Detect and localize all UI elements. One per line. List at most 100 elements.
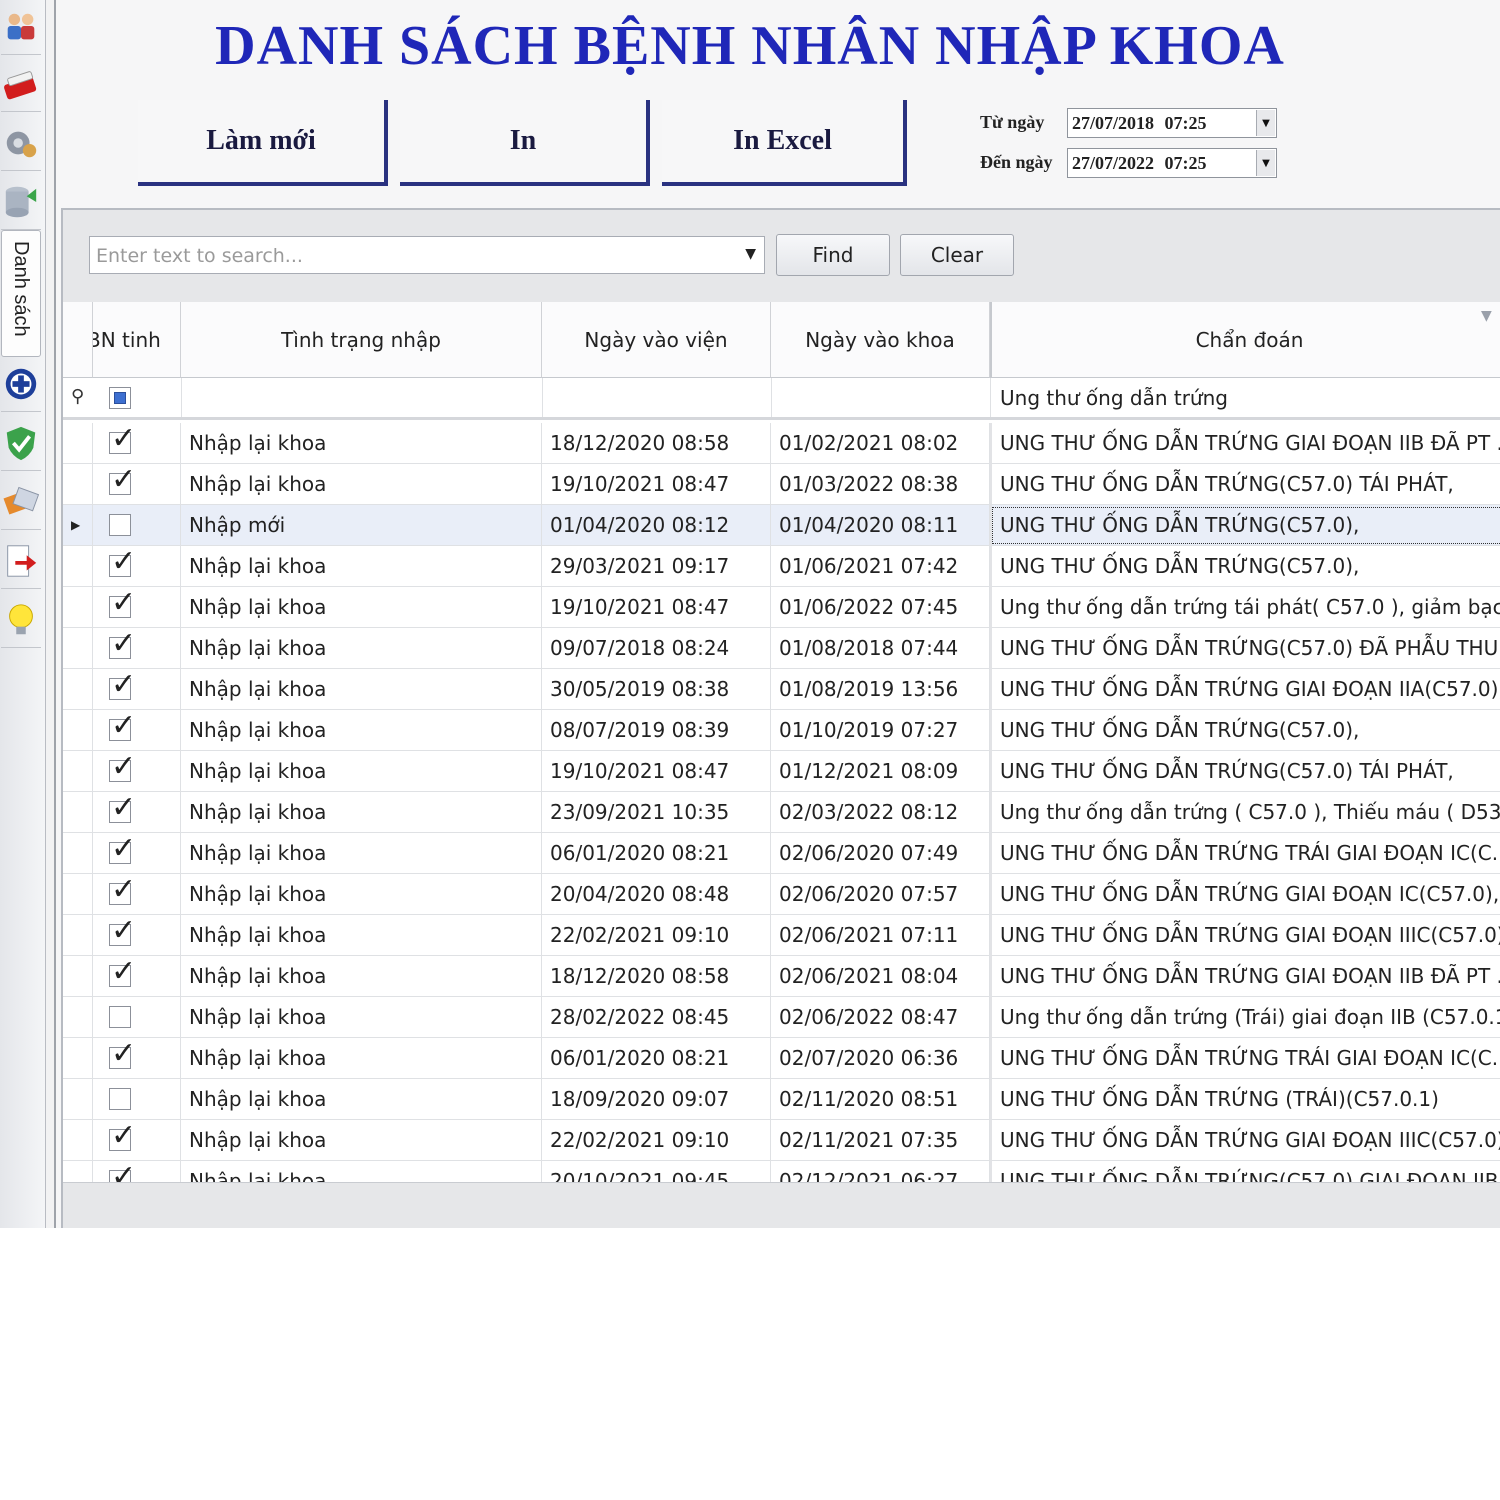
row-indicator[interactable] <box>63 915 93 956</box>
refresh-button[interactable]: Làm mới <box>138 100 388 186</box>
hospital-icon[interactable] <box>1 357 41 412</box>
table-row[interactable]: ✓ Nhập lại khoa 19/10/2021 08:47 01/06/2022… <box>63 587 1500 628</box>
table-row[interactable]: ✓ Nhập lại khoa 22/02/2021 09:10 02/06/2021… <box>63 915 1500 956</box>
bn-tinh-checkbox[interactable]: ✓ <box>109 670 136 700</box>
from-date-label: Từ ngày <box>980 112 1045 132</box>
bn-tinh-checkbox[interactable]: ✓ <box>109 793 136 823</box>
table-row[interactable]: ✓ Nhập lại khoa 29/03/2021 09:17 01/06/2021… <box>63 546 1500 587</box>
bn-tinh-checkbox[interactable]: ✓ <box>109 424 136 454</box>
row-indicator[interactable]: ▶ <box>63 505 93 546</box>
row-indicator[interactable] <box>63 1161 93 1182</box>
column-header-bn-tinh[interactable]: BN tinh <box>93 302 181 378</box>
table-row[interactable]: ✓ Nhập lại khoa 18/12/2020 08:58 01/02/2021… <box>63 423 1500 464</box>
bn-tinh-checkbox[interactable]: ✓ <box>109 629 136 659</box>
admit-date-cell: 19/10/2021 08:47 <box>542 751 771 792</box>
diagnosis-cell: Ung thư ống dẫn trứng ( C57.0 ), Thiếu m… <box>990 792 1500 833</box>
medicine-icon[interactable] <box>1 57 41 112</box>
status-cell: Nhập lại khoa <box>181 1079 542 1120</box>
table-row[interactable]: ✓ Nhập lại khoa 19/10/2021 08:47 01/12/2021… <box>63 751 1500 792</box>
row-indicator[interactable] <box>63 997 93 1038</box>
bn-tinh-checkbox[interactable]: ✓ <box>109 588 136 618</box>
filter-icon[interactable]: ▼ <box>1481 308 1492 324</box>
bn-tinh-cell <box>93 997 181 1038</box>
toolbar-splitter[interactable] <box>46 0 56 1228</box>
diagnosis-filter-input[interactable]: Ung thư ống dẫn trứng <box>1000 378 1228 417</box>
row-indicator[interactable] <box>63 423 93 464</box>
bn-tinh-checkbox[interactable]: ✓ <box>109 916 136 946</box>
search-box[interactable]: ▼ <box>89 236 765 274</box>
row-indicator[interactable] <box>63 628 93 669</box>
table-row[interactable]: ✓ Nhập lại khoa 20/04/2020 08:48 02/06/2020… <box>63 874 1500 915</box>
dropdown-arrow-icon[interactable]: ▼ <box>1256 110 1275 136</box>
print-button[interactable]: In <box>400 100 650 186</box>
row-indicator[interactable] <box>63 874 93 915</box>
dropdown-arrow-icon[interactable]: ▼ <box>1256 150 1275 176</box>
users-icon[interactable] <box>1 0 41 55</box>
bn-tinh-checkbox[interactable]: ✓ <box>109 1039 136 1069</box>
clear-button[interactable]: Clear <box>900 234 1014 276</box>
row-indicator[interactable] <box>63 546 93 587</box>
column-header-ngay-vao-vien[interactable]: Ngày vào viện <box>542 302 771 378</box>
search-input[interactable] <box>94 240 738 272</box>
row-indicator[interactable] <box>63 792 93 833</box>
table-row[interactable]: ▶ Nhập mới 01/04/2020 08:12 01/04/2020 08:1… <box>63 505 1500 546</box>
row-indicator[interactable] <box>63 587 93 628</box>
exit-icon[interactable] <box>1 534 41 589</box>
table-row[interactable]: Nhập lại khoa 18/09/2020 09:07 02/11/2020 … <box>63 1079 1500 1120</box>
table-row[interactable]: ✓ Nhập lại khoa 06/01/2020 08:21 02/07/2020… <box>63 1038 1500 1079</box>
lightbulb-icon[interactable] <box>1 593 41 648</box>
check-icon: ✓ <box>111 587 137 620</box>
bn-tinh-checkbox[interactable]: ✓ <box>109 875 136 905</box>
column-header-chan-doan[interactable]: Chẩn đoán <box>990 302 1500 378</box>
row-indicator[interactable] <box>63 710 93 751</box>
from-date-picker[interactable]: 27/07/2018 07:25 ▼ <box>1067 108 1277 138</box>
find-button[interactable]: Find <box>776 234 890 276</box>
bn-tinh-checkbox[interactable]: ✓ <box>109 1162 136 1182</box>
table-row[interactable]: ✓ Nhập lại khoa 19/10/2021 08:47 01/03/2022… <box>63 464 1500 505</box>
bn-tinh-checkbox[interactable]: ✓ <box>109 547 136 577</box>
row-indicator[interactable] <box>63 464 93 505</box>
table-row[interactable]: ✓ Nhập lại khoa 06/01/2020 08:21 02/06/2020… <box>63 833 1500 874</box>
database-icon[interactable] <box>1 175 41 230</box>
dept-date-cell: 02/07/2020 06:36 <box>771 1038 990 1079</box>
bn-tinh-cell: ✓ <box>93 1161 181 1182</box>
row-indicator[interactable] <box>63 833 93 874</box>
bn-tinh-checkbox[interactable]: ✓ <box>109 834 136 864</box>
table-row[interactable]: ✓ Nhập lại khoa 23/09/2021 10:35 02/03/2022… <box>63 792 1500 833</box>
bn-tinh-checkbox[interactable]: ✓ <box>109 711 136 741</box>
row-indicator[interactable] <box>63 751 93 792</box>
to-date-picker[interactable]: 27/07/2022 07:25 ▼ <box>1067 148 1277 178</box>
bn-tinh-checkbox[interactable]: ✓ <box>109 752 136 782</box>
print-excel-button[interactable]: In Excel <box>662 100 907 186</box>
bn-tinh-checkbox[interactable] <box>109 514 131 536</box>
bn-tinh-checkbox[interactable]: ✓ <box>109 465 136 495</box>
row-indicator[interactable] <box>63 1120 93 1161</box>
diagnosis-cell: UNG THƯ ỐNG DẪN TRỨNG GIAI ĐOẠN IIB ĐÃ P… <box>990 956 1500 997</box>
row-indicator[interactable] <box>63 669 93 710</box>
table-row[interactable]: ✓ Nhập lại khoa 30/05/2019 08:38 01/08/2019… <box>63 669 1500 710</box>
row-indicator[interactable] <box>63 956 93 997</box>
status-cell: Nhập lại khoa <box>181 1038 542 1079</box>
row-indicator[interactable] <box>63 1038 93 1079</box>
diagnosis-cell: UNG THƯ ỐNG DẪN TRỨNG TRÁI GIAI ĐOẠN IC(… <box>990 833 1500 874</box>
table-row[interactable]: Nhập lại khoa 28/02/2022 08:45 02/06/2022 … <box>63 997 1500 1038</box>
column-header-ngay-vao-khoa[interactable]: Ngày vào khoa <box>771 302 990 378</box>
shield-check-icon[interactable] <box>1 416 41 471</box>
bn-tinh-checkbox[interactable]: ✓ <box>109 1121 136 1151</box>
filter-checkbox[interactable] <box>109 387 131 409</box>
bn-tinh-checkbox[interactable]: ✓ <box>109 957 136 987</box>
table-row[interactable]: ✓ Nhập lại khoa 09/07/2018 08:24 01/08/2018… <box>63 628 1500 669</box>
column-header-tinh-trang-nhap[interactable]: Tình trạng nhập <box>181 302 542 378</box>
table-row[interactable]: ✓ Nhập lại khoa 20/10/2021 09:45 02/12/2021… <box>63 1161 1500 1182</box>
table-row[interactable]: ✓ Nhập lại khoa 22/02/2021 09:10 02/11/2021… <box>63 1120 1500 1161</box>
chevron-down-icon[interactable]: ▼ <box>745 246 756 262</box>
bn-tinh-checkbox[interactable] <box>109 1006 131 1028</box>
bn-tinh-checkbox[interactable] <box>109 1088 131 1110</box>
table-row[interactable]: ✓ Nhập lại khoa 08/07/2019 08:39 01/10/2019… <box>63 710 1500 751</box>
equipment-icon[interactable] <box>1 116 41 171</box>
transfer-icon[interactable] <box>1 475 41 530</box>
table-row[interactable]: ✓ Nhập lại khoa 18/12/2020 08:58 02/06/2021… <box>63 956 1500 997</box>
bn-tinh-cell: ✓ <box>93 710 181 751</box>
tab-danh-sach[interactable]: Danh sách <box>1 230 41 357</box>
row-indicator[interactable] <box>63 1079 93 1120</box>
